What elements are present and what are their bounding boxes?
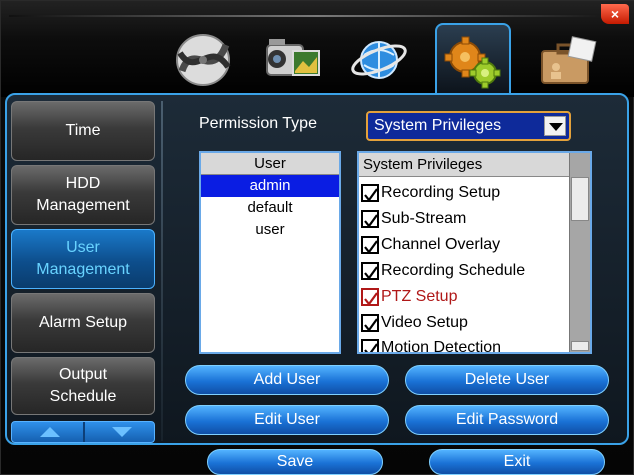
scrollbar-thumb[interactable] xyxy=(571,177,589,221)
scroll-divider xyxy=(83,422,85,442)
sidebar-item-user-management[interactable]: User Management xyxy=(11,229,155,289)
checkbox[interactable] xyxy=(361,236,379,254)
scrollbar-down-arrow[interactable] xyxy=(571,341,589,351)
privilege-label: Channel Overlay xyxy=(381,236,501,253)
vertical-divider xyxy=(161,101,163,441)
list-item-admin[interactable]: admin xyxy=(201,175,339,197)
add-user-button[interactable]: Add User xyxy=(185,365,389,395)
privilege-label: Recording Setup xyxy=(381,184,501,201)
sidebar: Time HDD Management User Management Alar… xyxy=(9,97,157,443)
checkbox[interactable] xyxy=(361,184,379,202)
privileges-scrollbar[interactable] xyxy=(569,153,590,352)
gears-settings-icon xyxy=(444,36,501,89)
globe-network-icon xyxy=(351,41,407,79)
top-divider xyxy=(9,15,625,17)
film-reel-icon xyxy=(176,34,231,86)
tab-playback[interactable] xyxy=(165,29,241,91)
list-item-default[interactable]: default xyxy=(201,197,339,219)
chevron-down-icon[interactable] xyxy=(544,116,566,136)
privilege-label: Video Setup xyxy=(381,314,468,331)
sidebar-item-label: Alarm Setup xyxy=(38,314,128,331)
tab-network[interactable] xyxy=(341,29,417,91)
privilege-row-motion-detection[interactable]: Motion Detection xyxy=(361,335,569,354)
sidebar-item-time[interactable]: Time xyxy=(11,101,155,161)
checkbox[interactable] xyxy=(361,210,379,228)
camcorder-icon xyxy=(266,39,320,76)
tab-system-settings[interactable] xyxy=(435,23,511,97)
sidebar-scroll-bar xyxy=(11,421,155,443)
sidebar-item-label: User Management xyxy=(36,239,130,278)
privileges-header: System Privileges xyxy=(359,153,571,177)
sidebar-item-alarm-setup[interactable]: Alarm Setup xyxy=(11,293,155,353)
user-list: User admin default user xyxy=(199,151,341,354)
privilege-label: PTZ Setup xyxy=(381,288,458,305)
scroll-up-icon[interactable] xyxy=(40,427,60,437)
privileges-list: System Privileges Recording Setup Sub-St… xyxy=(357,151,592,354)
permission-type-label: Permission Type xyxy=(199,115,317,132)
checkbox[interactable] xyxy=(361,314,379,332)
privilege-label: Recording Schedule xyxy=(381,262,526,279)
close-button[interactable]: × xyxy=(601,4,629,24)
sidebar-item-hdd-management[interactable]: HDD Management xyxy=(11,165,155,225)
delete-user-button[interactable]: Delete User xyxy=(405,365,609,395)
checkmark-icon xyxy=(364,318,378,332)
checkmark-icon xyxy=(364,214,378,228)
sidebar-item-output-schedule[interactable]: Output Schedule xyxy=(11,357,155,415)
exit-button[interactable]: Exit xyxy=(429,449,605,475)
scroll-down-icon[interactable] xyxy=(112,427,132,437)
privilege-row-channel-overlay[interactable]: Channel Overlay xyxy=(361,232,569,258)
checkmark-icon xyxy=(364,188,378,202)
checkmark-icon xyxy=(364,343,378,352)
permission-type-select[interactable]: System Privileges xyxy=(366,111,571,141)
edit-password-button[interactable]: Edit Password xyxy=(405,405,609,435)
tab-info[interactable] xyxy=(529,29,605,91)
checkbox[interactable] xyxy=(361,288,379,306)
save-button[interactable]: Save xyxy=(207,449,383,475)
privilege-row-video-setup[interactable]: Video Setup xyxy=(361,310,569,336)
checkbox[interactable] xyxy=(361,339,379,352)
checkmark-icon xyxy=(364,266,378,280)
edit-user-button[interactable]: Edit User xyxy=(185,405,389,435)
sidebar-item-label: Time xyxy=(65,122,101,139)
sidebar-item-label: Output Schedule xyxy=(49,366,117,405)
user-list-header: User xyxy=(201,153,339,175)
privilege-row-sub-stream[interactable]: Sub-Stream xyxy=(361,206,569,232)
sidebar-item-label: HDD Management xyxy=(36,175,130,214)
privilege-row-recording-schedule[interactable]: Recording Schedule xyxy=(361,258,569,284)
checkbox[interactable] xyxy=(361,262,379,280)
list-item-user[interactable]: user xyxy=(201,219,339,241)
dvr-settings-window: × Time HDD Management User Management Al… xyxy=(0,0,634,475)
permission-type-value: System Privileges xyxy=(374,117,502,134)
privilege-row-ptz-setup[interactable]: PTZ Setup xyxy=(361,284,569,310)
checkmark-icon xyxy=(364,292,378,306)
privilege-row-recording-setup[interactable]: Recording Setup xyxy=(361,180,569,206)
privilege-label: Sub-Stream xyxy=(381,210,467,227)
checkmark-icon xyxy=(364,240,378,254)
privilege-label: Motion Detection xyxy=(381,339,502,354)
briefcase-info-icon xyxy=(541,36,597,84)
tab-record[interactable] xyxy=(253,29,329,91)
